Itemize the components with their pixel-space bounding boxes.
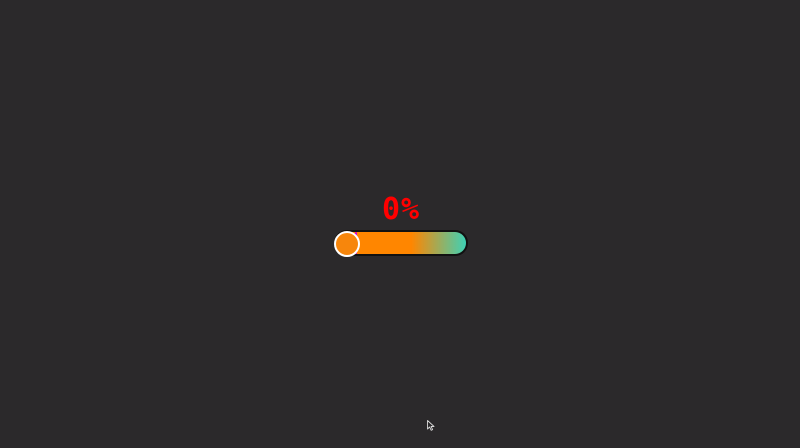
- progress-stage: 0%: [0, 0, 800, 448]
- arrow-cursor-icon: [427, 420, 435, 431]
- progress-thumb[interactable]: [334, 231, 360, 257]
- progress-value-label: 0%: [381, 192, 421, 227]
